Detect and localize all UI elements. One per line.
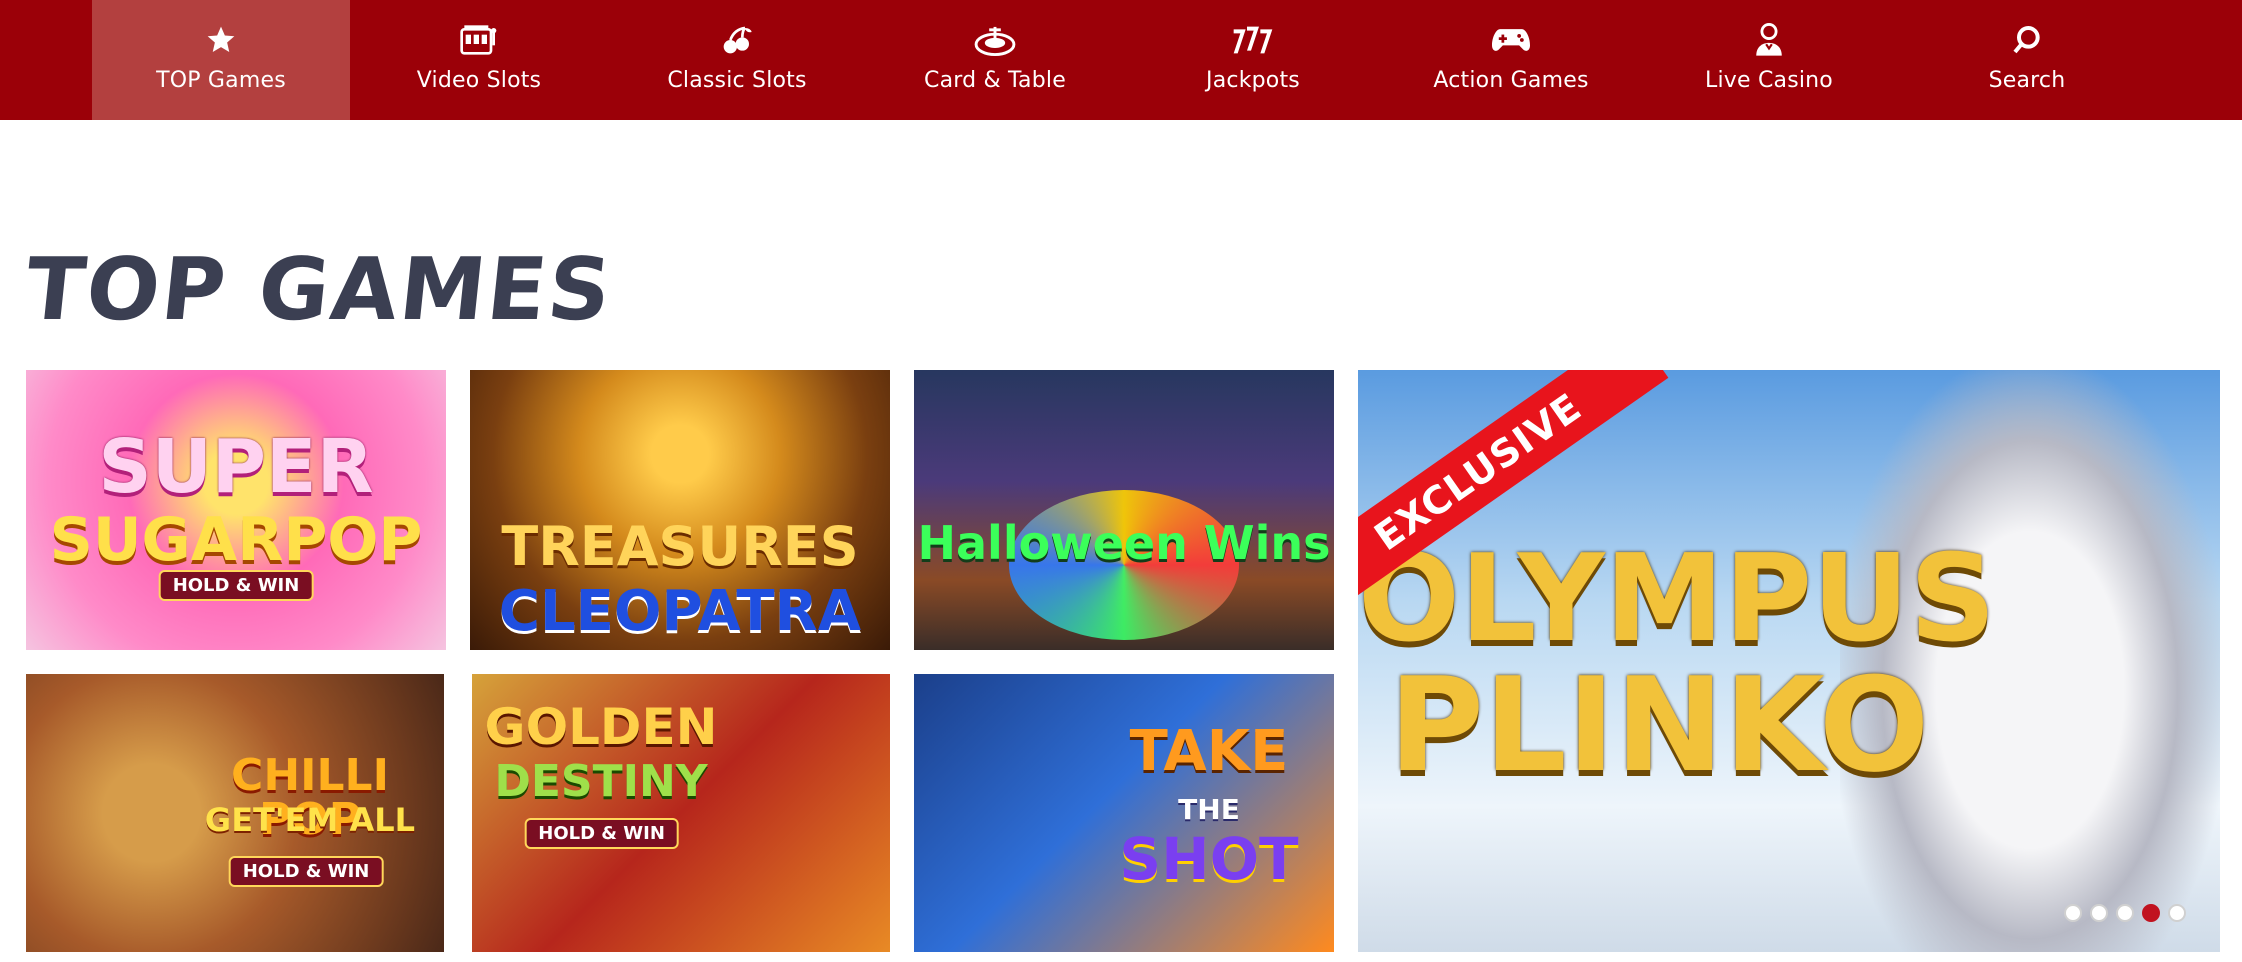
- dealer-icon: [1754, 18, 1784, 62]
- game-tile-treasures-of-cleopatra[interactable]: TREASURES CLEOPATRA: [470, 370, 890, 650]
- game-badge: HOLD & WIN: [228, 856, 384, 887]
- game-logo-line2: THE: [1178, 793, 1240, 826]
- nav-label: Video Slots: [416, 68, 542, 93]
- featured-logo-line1: OLYMPUS: [1358, 530, 1996, 669]
- carousel-dot[interactable]: [2090, 904, 2108, 922]
- nav-label: Jackpots: [1206, 68, 1300, 93]
- game-logo-line1: TREASURES: [501, 515, 859, 578]
- featured-game-olympus-plinko[interactable]: OLYMPUS PLINKO EXCLUSIVE: [1358, 370, 2220, 952]
- nav-label: TOP Games: [156, 68, 286, 93]
- nav-item-search[interactable]: Search: [1898, 0, 2156, 120]
- game-logo-line1: GOLDEN: [484, 698, 718, 756]
- nav-item-top-games[interactable]: TOP Games: [92, 0, 350, 120]
- game-tile-take-the-shot[interactable]: TAKE THE SHOT: [914, 674, 1334, 952]
- game-logo-line2: CLEOPATRA: [498, 579, 862, 644]
- nav-item-classic-slots[interactable]: Classic Slots: [608, 0, 866, 120]
- game-tile-halloween-wins[interactable]: Halloween Wins: [914, 370, 1334, 650]
- star-icon: [205, 18, 237, 62]
- game-tile-chilli-pop[interactable]: CHILLI POP GET'EM ALL HOLD & WIN: [26, 674, 444, 952]
- game-badge: HOLD & WIN: [158, 570, 314, 601]
- game-badge: HOLD & WIN: [524, 818, 679, 849]
- carousel-dot[interactable]: [2116, 904, 2134, 922]
- featured-logo-line2: PLINKO: [1388, 649, 1930, 801]
- nav-item-card-table[interactable]: Card & Table: [866, 0, 1124, 120]
- game-tile-super-sugarpop[interactable]: SUPER SUGARPOP HOLD & WIN: [26, 370, 446, 650]
- game-logo-line3: SHOT: [1119, 825, 1299, 893]
- nav-label: Classic Slots: [667, 68, 807, 93]
- category-nav: TOP Games Video Slots Classic Slots Card…: [0, 0, 2242, 120]
- nav-item-live-casino[interactable]: Live Casino: [1640, 0, 1898, 120]
- triple-seven-icon: [1231, 18, 1275, 62]
- game-logo-line2: DESTINY: [494, 756, 708, 807]
- cherries-icon: [719, 18, 755, 62]
- game-logo-line1: TAKE: [1129, 719, 1289, 784]
- slot-machine-icon: [459, 18, 499, 62]
- nav-item-action-games[interactable]: Action Games: [1382, 0, 1640, 120]
- nav-item-video-slots[interactable]: Video Slots: [350, 0, 608, 120]
- section-title: TOP GAMES: [20, 240, 618, 340]
- carousel-dot-active[interactable]: [2142, 904, 2160, 922]
- game-logo-line2: SUGARPOP: [49, 505, 423, 575]
- gamepad-icon: [1492, 18, 1530, 62]
- carousel-dots: [2064, 904, 2186, 922]
- search-icon: [2011, 18, 2043, 62]
- nav-label: Live Casino: [1705, 68, 1833, 93]
- game-logo-line1: Halloween Wins: [917, 516, 1331, 570]
- nav-label: Search: [1988, 68, 2066, 93]
- game-tile-golden-destiny[interactable]: GOLDEN DESTINY HOLD & WIN: [472, 674, 890, 952]
- game-logo-line2: GET'EM ALL: [204, 801, 416, 839]
- roulette-icon: [973, 18, 1017, 62]
- nav-item-jackpots[interactable]: Jackpots: [1124, 0, 1382, 120]
- nav-label: Card & Table: [924, 68, 1066, 93]
- carousel-dot[interactable]: [2064, 904, 2082, 922]
- nav-label: Action Games: [1433, 68, 1589, 93]
- carousel-dot[interactable]: [2168, 904, 2186, 922]
- game-logo-line1: SUPER: [98, 424, 374, 510]
